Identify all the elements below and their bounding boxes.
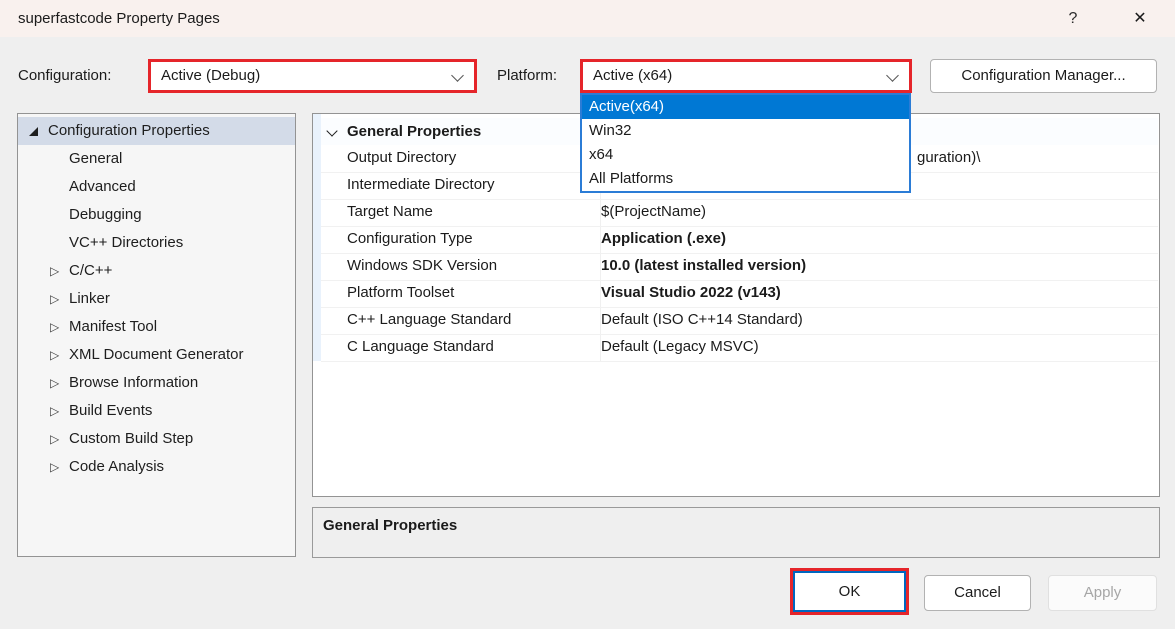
property-name: Platform Toolset [347,284,455,301]
title-bar: superfastcode Property Pages ? ✕ [0,0,1175,37]
property-name: Intermediate Directory [347,176,495,193]
tree-item-label: General [69,150,123,167]
tree-item-label: Linker [69,290,110,307]
property-value[interactable]: 10.0 (latest installed version) [601,253,806,279]
property-name: Configuration Type [347,230,473,247]
tree-item-advanced[interactable]: Advanced [18,173,295,201]
collapsed-arrow-icon[interactable]: ▷ [50,425,59,453]
collapsed-arrow-icon[interactable]: ▷ [50,285,59,313]
property-value[interactable]: Visual Studio 2022 (v143) [601,280,781,306]
tree-item-code-analysis[interactable]: ▷ Code Analysis [18,453,295,481]
ok-button-highlight: OK [790,568,909,615]
ok-button[interactable]: OK [793,571,906,612]
property-value[interactable]: Application (.exe) [601,226,726,252]
property-value[interactable]: guration)\ [917,145,980,171]
collapsed-arrow-icon[interactable]: ▷ [50,397,59,425]
tree-item-label: Custom Build Step [69,430,194,447]
apply-button[interactable]: Apply [1048,575,1157,611]
tree-item-manifest-tool[interactable]: ▷ Manifest Tool [18,313,295,341]
property-name: Target Name [347,203,433,220]
collapsed-arrow-icon[interactable]: ▷ [50,313,59,341]
configuration-dropdown[interactable]: Active (Debug) [148,59,477,93]
property-row-windows-sdk-version[interactable]: Windows SDK Version 10.0 (latest install… [321,253,1158,281]
tree-item-browse-information[interactable]: ▷ Browse Information [18,369,295,397]
property-name: C Language Standard [347,338,494,355]
configuration-dropdown-value: Active (Debug) [161,67,261,84]
tree-item-configuration-properties[interactable]: Configuration Properties [18,117,295,145]
collapsed-arrow-icon[interactable]: ▷ [50,341,59,369]
property-row-cpp-language-standard[interactable]: C++ Language Standard Default (ISO C++14… [321,307,1158,335]
tree-item-label: C/C++ [69,262,113,279]
dropdown-option-all-platforms[interactable]: All Platforms [582,167,909,191]
platform-dropdown-value: Active (x64) [593,67,673,84]
cancel-button[interactable]: Cancel [924,575,1031,611]
tree-item-c-cpp[interactable]: ▷ C/C++ [18,257,295,285]
platform-dropdown[interactable]: Active (x64) [580,59,912,93]
configuration-label: Configuration: [18,67,112,84]
tree-item-label: Code Analysis [69,458,165,475]
tree-item-general[interactable]: General [18,145,295,173]
property-row-platform-toolset[interactable]: Platform Toolset Visual Studio 2022 (v14… [321,280,1158,308]
tree-item-label: Manifest Tool [69,318,158,335]
description-title: General Properties [323,517,458,534]
collapsed-arrow-icon[interactable]: ▷ [50,257,59,285]
property-row-c-language-standard[interactable]: C Language Standard Default (Legacy MSVC… [321,334,1158,362]
collapsed-arrow-icon[interactable]: ▷ [50,369,59,397]
platform-label: Platform: [497,67,558,84]
tree-item-label: VC++ Directories [69,234,184,251]
property-name: Output Directory [347,149,457,166]
tree-item-label: Advanced [69,178,136,195]
chevron-down-icon [451,69,464,82]
property-value[interactable]: Default (ISO C++14 Standard) [601,307,803,333]
property-name: Windows SDK Version [347,257,498,274]
close-icon[interactable]: ✕ [1120,0,1160,37]
chevron-down-icon [886,69,899,82]
property-value[interactable]: $(ProjectName) [601,199,706,225]
category-label: General Properties [347,123,482,140]
configuration-tree: Configuration Properties General Advance… [17,113,296,557]
dropdown-option-x64[interactable]: x64 [582,143,909,167]
configuration-manager-button[interactable]: Configuration Manager... [930,59,1157,93]
collapsed-arrow-icon[interactable]: ▷ [50,453,59,481]
tree-item-xml-document-generator[interactable]: ▷ XML Document Generator [18,341,295,369]
property-name: C++ Language Standard [347,311,512,328]
tree-item-linker[interactable]: ▷ Linker [18,285,295,313]
tree-item-label: Build Events [69,402,153,419]
tree-item-label: Debugging [69,206,142,223]
window-title: superfastcode Property Pages [18,10,220,27]
tree-item-label: Browse Information [69,374,199,391]
description-panel: General Properties [312,507,1160,558]
grid-gutter [313,114,321,361]
property-value[interactable]: Default (Legacy MSVC) [601,334,759,360]
dropdown-option-active-x64[interactable]: Active(x64) [582,95,909,119]
help-icon[interactable]: ? [1056,0,1090,37]
property-row-configuration-type[interactable]: Configuration Type Application (.exe) [321,226,1158,254]
chevron-down-icon [326,125,338,137]
tree-item-vcpp-directories[interactable]: VC++ Directories [18,229,295,257]
expanded-triangle-icon [29,127,38,136]
platform-dropdown-list: Active(x64) Win32 x64 All Platforms [580,93,911,193]
property-row-target-name[interactable]: Target Name $(ProjectName) [321,199,1158,227]
dropdown-option-win32[interactable]: Win32 [582,119,909,143]
property-pages-dialog: superfastcode Property Pages ? ✕ Configu… [0,0,1175,629]
tree-item-label: Configuration Properties [48,122,210,139]
tree-item-custom-build-step[interactable]: ▷ Custom Build Step [18,425,295,453]
tree-item-debugging[interactable]: Debugging [18,201,295,229]
tree-item-build-events[interactable]: ▷ Build Events [18,397,295,425]
